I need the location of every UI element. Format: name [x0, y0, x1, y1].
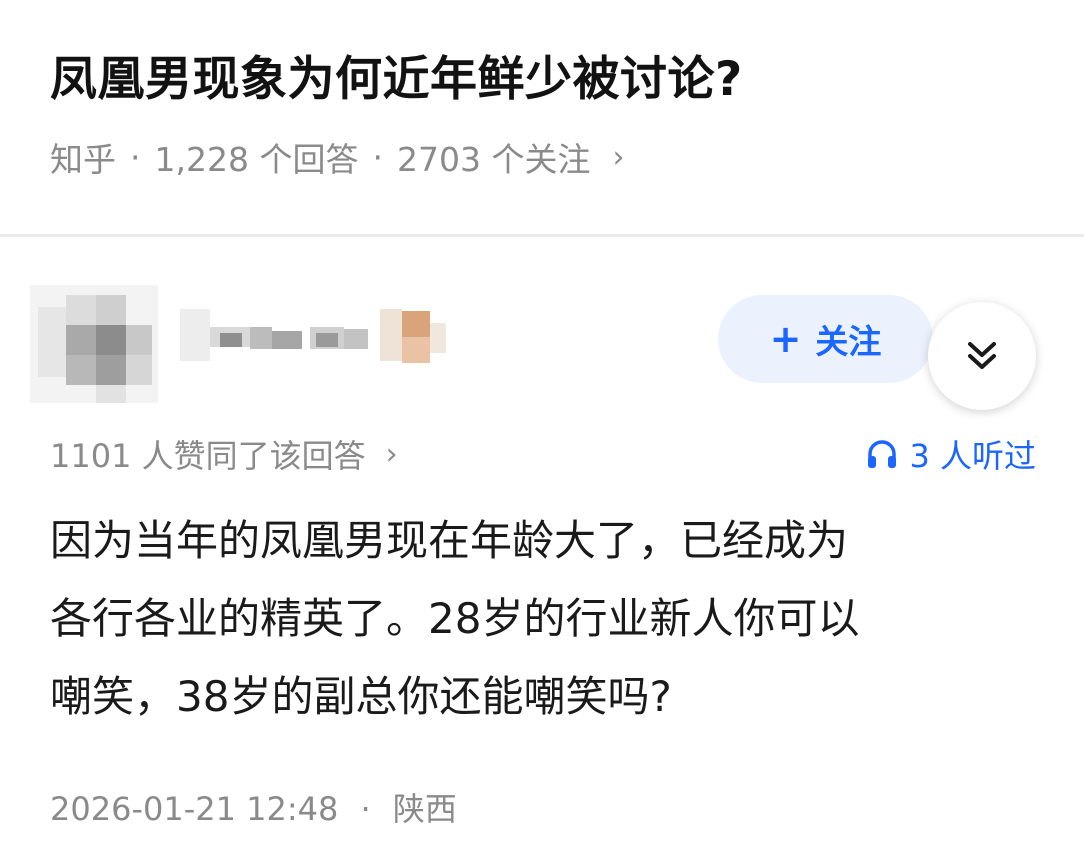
avatar-pixel: [66, 325, 96, 355]
plus-icon: +: [769, 317, 802, 361]
avatar-pixel: [96, 355, 126, 385]
name-pixel: [272, 331, 302, 349]
answer-line: 各行各业的精英了。28岁的行业新人你可以: [50, 594, 860, 643]
section-divider: [0, 234, 1084, 237]
listen-count[interactable]: 3 人听过: [865, 431, 1036, 477]
headphones-icon: [868, 440, 897, 468]
avatar-pixel: [96, 325, 126, 355]
meta-separator: ·: [360, 790, 371, 828]
question-title[interactable]: 凤凰男现象为何近年鲜少被讨论?: [50, 40, 743, 109]
answer-location: 陕西: [392, 790, 457, 828]
avatar-pixel: [66, 355, 96, 385]
avatar-pixel: [126, 325, 152, 355]
vote-text: 1101 人赞同了该回答: [50, 437, 366, 475]
answer-body[interactable]: 因为当年的凤凰男现在年龄大了，已经成为 各行各业的精英了。28岁的行业新人你可以…: [50, 502, 1040, 736]
author-avatar[interactable]: [30, 285, 158, 403]
meta-separator: ·: [372, 137, 383, 177]
name-pixel: [380, 309, 402, 361]
name-pixel: [402, 311, 430, 337]
answer-datetime: 2026-01-21 12:48: [50, 790, 339, 828]
meta-separator: ·: [130, 137, 141, 177]
author-name-obscured[interactable]: [180, 305, 450, 367]
double-chevron-down-icon: [968, 342, 996, 369]
follow-button[interactable]: + 关注: [718, 295, 933, 383]
answer-line: 因为当年的凤凰男现在年龄大了，已经成为: [50, 516, 849, 565]
follow-label: 关注: [815, 322, 882, 361]
name-pixel: [180, 309, 210, 361]
name-pixel: [402, 337, 430, 363]
avatar-pixel: [38, 307, 66, 377]
collapse-expand-button[interactable]: [928, 302, 1036, 410]
name-pixel: [316, 333, 338, 347]
avatar-pixel: [96, 385, 126, 403]
chevron-right-icon: ›: [612, 139, 625, 175]
answer-line: 嘲笑，38岁的副总你还能嘲笑吗?: [50, 672, 672, 721]
answer-count: 1,228 个回答: [154, 140, 359, 179]
vote-count[interactable]: 1101 人赞同了该回答 ›: [50, 431, 398, 477]
follower-count: 2703 个关注: [396, 140, 591, 179]
name-pixel: [250, 327, 272, 349]
source-label: 知乎: [50, 140, 116, 179]
name-pixel: [430, 323, 446, 353]
answer-page: 凤凰男现象为何近年鲜少被讨论? 知乎 · 1,228 个回答 · 2703 个关…: [0, 0, 1084, 866]
avatar-pixel: [96, 295, 126, 325]
answer-footer: 2026-01-21 12:48 · 陕西: [50, 784, 457, 830]
question-meta[interactable]: 知乎 · 1,228 个回答 · 2703 个关注 ›: [50, 133, 624, 181]
name-pixel: [344, 329, 368, 349]
avatar-pixel: [66, 295, 96, 325]
avatar-pixel: [126, 355, 152, 385]
chevron-right-icon: ›: [385, 436, 398, 472]
listen-text: 3 人听过: [909, 437, 1036, 475]
name-pixel: [220, 333, 242, 347]
